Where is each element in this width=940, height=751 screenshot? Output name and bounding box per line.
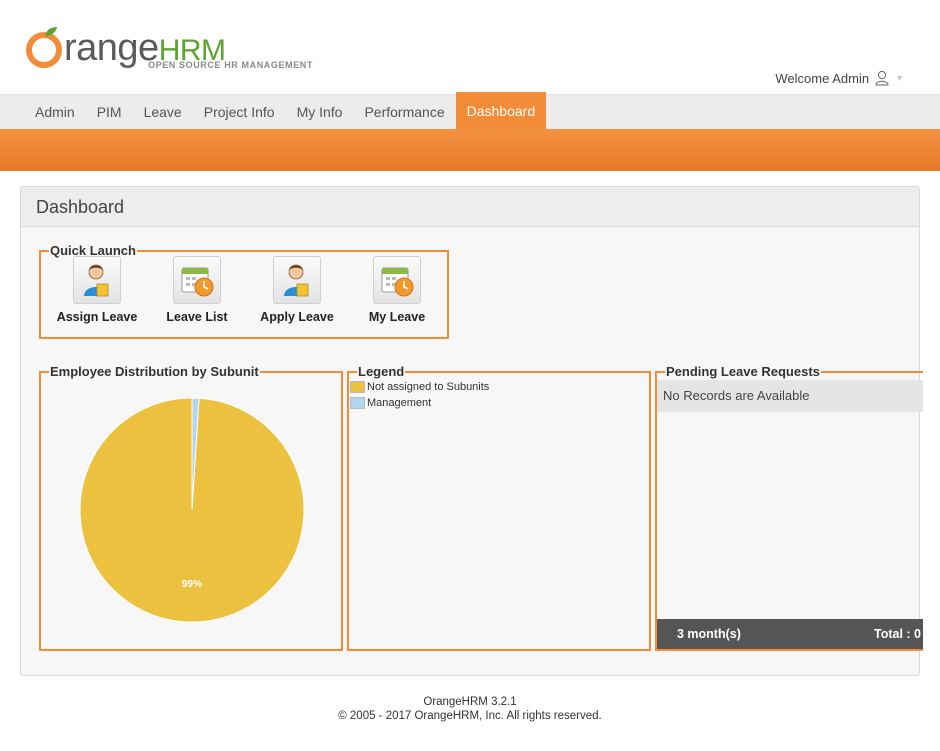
distribution-pie-chart: 99%	[79, 397, 305, 623]
employee-distribution: Employee Distribution by Subunit 99%	[39, 364, 343, 651]
quick-launch-leave-list[interactable]: Leave List	[147, 256, 247, 324]
total-count: Total : 0	[874, 627, 921, 641]
period-label: 3 month(s)	[677, 627, 741, 641]
legend-label: Management	[367, 397, 432, 409]
quick-launch-label[interactable]: Apply Leave	[247, 310, 347, 324]
main-menu: Admin PIM Leave Project Info My Info Per…	[0, 92, 940, 130]
legend-title: Legend	[358, 364, 405, 379]
calendar-clock-icon[interactable]	[173, 256, 221, 304]
quick-launch-label[interactable]: My Leave	[347, 310, 447, 324]
quick-launch: Quick Launch Assign Leave Leave List App…	[39, 243, 449, 339]
copyright-text: © 2005 - 2017 OrangeHRM, Inc. All rights…	[338, 710, 602, 722]
person-document-icon[interactable]	[73, 256, 121, 304]
menu-item-pim[interactable]: PIM	[86, 95, 133, 129]
quick-launch-label[interactable]: Leave List	[147, 310, 247, 324]
brand-tagline: OPEN SOURCE HR MANAGEMENT	[148, 60, 314, 70]
welcome-menu[interactable]: Welcome Admin ▼	[775, 70, 904, 86]
quick-launch-label[interactable]: Assign Leave	[47, 310, 147, 324]
page-title: Dashboard	[21, 187, 919, 227]
quick-launch-apply-leave[interactable]: Apply Leave	[247, 256, 347, 324]
legend-item: Management	[350, 395, 649, 411]
pie-slice-label: 99%	[182, 579, 202, 590]
menu-item-performance[interactable]: Performance	[353, 95, 455, 129]
submenu-bar	[0, 129, 940, 171]
version-text: OrangeHRM 3.2.1	[423, 696, 517, 708]
calendar-clock-icon[interactable]	[373, 256, 421, 304]
legend-swatch	[350, 397, 365, 409]
pending-footer: 3 month(s) Total : 0	[657, 619, 923, 649]
orange-logo-icon	[26, 27, 62, 68]
quick-launch-assign-leave[interactable]: Assign Leave	[47, 256, 147, 324]
brand-name-part1: range	[64, 27, 159, 69]
orangehrm-logo[interactable]: rangeHRM OPEN SOURCE HR MANAGEMENT	[24, 14, 324, 74]
person-document-icon[interactable]	[273, 256, 321, 304]
menu-item-dashboard[interactable]: Dashboard	[455, 92, 547, 130]
menu-item-admin[interactable]: Admin	[24, 95, 86, 129]
menu-item-leave[interactable]: Leave	[133, 95, 193, 129]
dashboard-panel: Dashboard Quick Launch Assign Leave Leav…	[20, 186, 923, 676]
empty-state: No Records are Available	[657, 380, 923, 412]
chevron-down-icon[interactable]: ▼	[895, 73, 904, 83]
welcome-text[interactable]: Welcome Admin	[775, 71, 869, 86]
legend-label: Not assigned to Subunits	[367, 381, 490, 393]
chart-legend: Legend Not assigned to Subunits Manageme…	[347, 364, 651, 651]
pending-leave-requests: Pending Leave Requests No Records are Av…	[655, 364, 923, 651]
quick-launch-my-leave[interactable]: My Leave	[347, 256, 447, 324]
pending-title: Pending Leave Requests	[666, 364, 820, 379]
user-icon	[875, 70, 889, 86]
page-footer: OrangeHRM 3.2.1 © 2005 - 2017 OrangeHRM,…	[0, 695, 940, 723]
legend-item: Not assigned to Subunits	[350, 379, 649, 395]
menu-item-my-info[interactable]: My Info	[286, 95, 354, 129]
distribution-title: Employee Distribution by Subunit	[50, 364, 259, 379]
legend-swatch	[350, 381, 365, 393]
menu-item-project-info[interactable]: Project Info	[193, 95, 286, 129]
